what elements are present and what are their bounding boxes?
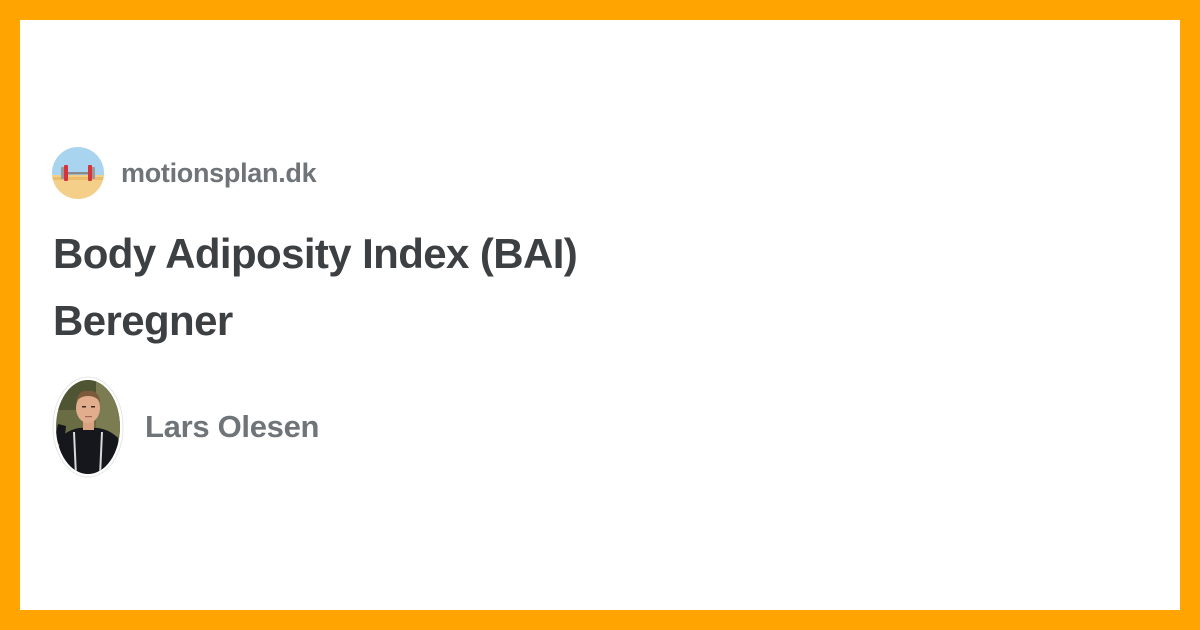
share-card-frame: motionsplan.dk Body Adiposity Index (BAI… [0,0,1200,630]
author-name[interactable]: Lars Olesen [145,409,319,445]
site-name[interactable]: motionsplan.dk [121,158,317,189]
author-photo[interactable] [52,376,124,478]
page-title: Body Adiposity Index (BAI) Beregner [53,220,693,354]
author-byline: Lars Olesen [52,376,319,478]
title-line-2: Beregner [53,297,233,344]
share-card: motionsplan.dk Body Adiposity Index (BAI… [20,20,1180,610]
title-line-1: Body Adiposity Index (BAI) [53,230,578,277]
site-header: motionsplan.dk [52,147,317,199]
dumbbell-beach-icon [52,147,104,199]
